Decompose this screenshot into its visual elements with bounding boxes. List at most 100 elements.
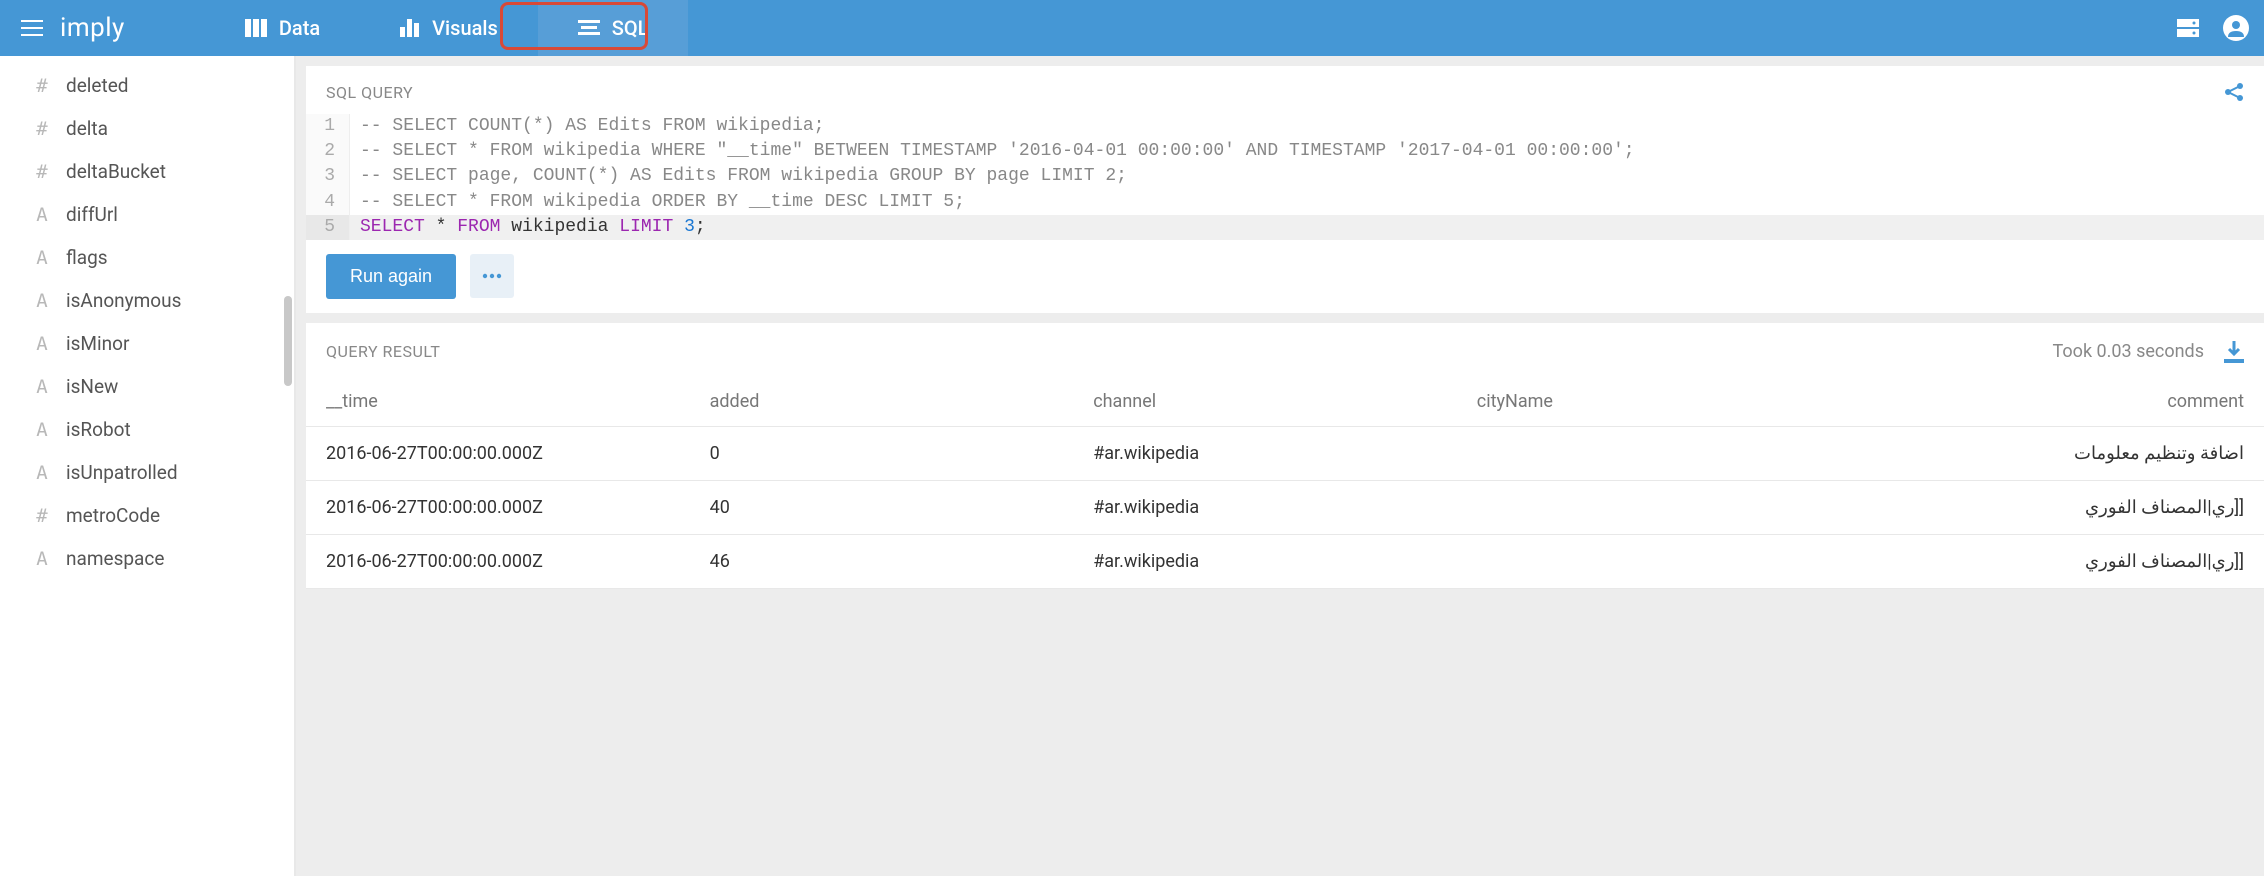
line-number: 3 <box>306 164 350 189</box>
account-icon[interactable] <box>2220 12 2252 44</box>
sidebar-item-label: isAnonymous <box>66 289 181 312</box>
column-header-comment[interactable]: comment <box>1860 391 2244 412</box>
scrollbar-thumb[interactable] <box>284 296 292 386</box>
sql-editor[interactable]: 1-- SELECT COUNT(*) AS Edits FROM wikipe… <box>306 114 2264 240</box>
result-panel: QUERY RESULT Took 0.03 seconds __timeadd… <box>306 323 2264 589</box>
hash-icon: # <box>32 505 52 527</box>
sidebar-item-namespace[interactable]: Anamespace <box>0 537 294 580</box>
tab-sql[interactable]: SQL <box>538 0 689 56</box>
cell-__time: 2016-06-27T00:00:00.000Z <box>326 551 710 572</box>
sidebar-item-label: delta <box>66 117 108 140</box>
query-title: SQL QUERY <box>326 83 413 102</box>
sidebar-item-isAnonymous[interactable]: AisAnonymous <box>0 279 294 322</box>
hash-icon: # <box>32 75 52 97</box>
sidebar-item-label: flags <box>66 246 108 269</box>
cell-cityName <box>1477 443 1861 464</box>
code-content[interactable]: -- SELECT * FROM wikipedia WHERE "__time… <box>350 139 1635 164</box>
sidebar-item-isRobot[interactable]: AisRobot <box>0 408 294 451</box>
code-content[interactable]: SELECT * FROM wikipedia LIMIT 3; <box>350 215 706 240</box>
sidebar-item-label: metroCode <box>66 504 160 527</box>
storage-icon[interactable] <box>2172 12 2204 44</box>
code-content[interactable]: -- SELECT page, COUNT(*) AS Edits FROM w… <box>350 164 1127 189</box>
tab-label: Data <box>279 16 320 40</box>
result-panel-header: QUERY RESULT Took 0.03 seconds <box>306 323 2264 377</box>
query-panel: SQL QUERY 1-- SELECT COUNT(*) AS Edits F… <box>306 66 2264 313</box>
table-row[interactable]: 2016-06-27T00:00:00.000Z0#ar.wikipediaاض… <box>306 427 2264 481</box>
result-table: __timeaddedchannelcityNamecomment 2016-0… <box>306 377 2264 589</box>
cell-channel: #ar.wikipedia <box>1093 497 1477 518</box>
editor-line[interactable]: 4-- SELECT * FROM wikipedia ORDER BY __t… <box>306 190 2264 215</box>
hash-icon: # <box>32 118 52 140</box>
tab-visuals[interactable]: Visuals <box>360 0 538 56</box>
tab-label: Visuals <box>432 16 498 40</box>
cell-comment: ري|المصناف الفوري]] <box>1860 551 2244 572</box>
text-icon: A <box>32 419 52 441</box>
sidebar-item-label: namespace <box>66 547 164 570</box>
result-title: QUERY RESULT <box>326 342 440 361</box>
content-area: SQL QUERY 1-- SELECT COUNT(*) AS Edits F… <box>296 56 2264 876</box>
sql-icon <box>578 20 600 36</box>
sidebar-item-isUnpatrolled[interactable]: AisUnpatrolled <box>0 451 294 494</box>
sidebar-item-delta[interactable]: # delta <box>0 107 294 150</box>
sidebar-scrollbar[interactable] <box>284 56 294 876</box>
main-content: #deleted#delta#deltaBucketAdiffUrlAflags… <box>0 56 2264 876</box>
sidebar-item-label: isRobot <box>66 418 131 441</box>
cell-comment: ري|المصناف الفوري]] <box>1860 497 2244 518</box>
more-options-button[interactable] <box>470 254 514 298</box>
sidebar-item-diffUrl[interactable]: AdiffUrl <box>0 193 294 236</box>
sidebar-item-deltaBucket[interactable]: #deltaBucket <box>0 150 294 193</box>
sidebar-item-label: deleted <box>66 74 129 97</box>
sidebar-item-label: isNew <box>66 375 118 398</box>
tab-data[interactable]: Data <box>205 0 360 56</box>
share-icon[interactable] <box>2224 82 2244 102</box>
sidebar-item-label: diffUrl <box>66 203 118 226</box>
menu-icon[interactable] <box>12 8 52 48</box>
column-header-__time[interactable]: __time <box>326 391 710 412</box>
editor-line[interactable]: 2-- SELECT * FROM wikipedia WHERE "__tim… <box>306 139 2264 164</box>
chart-icon <box>400 19 420 37</box>
result-meta: Took 0.03 seconds <box>2053 341 2244 363</box>
line-number: 2 <box>306 139 350 164</box>
table-row[interactable]: 2016-06-27T00:00:00.000Z46#ar.wikipedia ر… <box>306 535 2264 589</box>
cell-channel: #ar.wikipedia <box>1093 443 1477 464</box>
cell-channel: #ar.wikipedia <box>1093 551 1477 572</box>
data-icon <box>245 19 267 37</box>
sidebar-item-flags[interactable]: Aflags <box>0 236 294 279</box>
code-content[interactable]: -- SELECT * FROM wikipedia ORDER BY __ti… <box>350 190 965 215</box>
nav-tabs: Data Visuals SQL <box>205 0 689 56</box>
logo[interactable]: imply <box>60 13 125 43</box>
result-timing: Took 0.03 seconds <box>2053 341 2204 362</box>
sidebar: #deleted#delta#deltaBucketAdiffUrlAflags… <box>0 56 296 876</box>
editor-line[interactable]: 3-- SELECT page, COUNT(*) AS Edits FROM … <box>306 164 2264 189</box>
cell-added: 40 <box>710 497 1094 518</box>
editor-line[interactable]: 1-- SELECT COUNT(*) AS Edits FROM wikipe… <box>306 114 2264 139</box>
cell-cityName <box>1477 497 1861 518</box>
sidebar-item-isMinor[interactable]: AisMinor <box>0 322 294 365</box>
cell-comment: اضافة وتنظيم معلومات <box>1860 443 2244 464</box>
sidebar-item-deleted[interactable]: # deleted <box>0 64 294 107</box>
column-header-cityName[interactable]: cityName <box>1477 391 1861 412</box>
text-icon: A <box>32 548 52 570</box>
download-icon[interactable] <box>2224 341 2244 363</box>
sidebar-item-isNew[interactable]: AisNew <box>0 365 294 408</box>
tab-label: SQL <box>612 16 649 40</box>
text-icon: A <box>32 204 52 226</box>
cell-__time: 2016-06-27T00:00:00.000Z <box>326 443 710 464</box>
column-header-added[interactable]: added <box>710 391 1094 412</box>
table-header: __timeaddedchannelcityNamecomment <box>306 377 2264 427</box>
text-icon: A <box>32 376 52 398</box>
cell-__time: 2016-06-27T00:00:00.000Z <box>326 497 710 518</box>
app-header: imply Data Visuals SQL <box>0 0 2264 56</box>
header-right <box>2172 12 2252 44</box>
table-row[interactable]: 2016-06-27T00:00:00.000Z40#ar.wikipedia ر… <box>306 481 2264 535</box>
code-content[interactable]: -- SELECT COUNT(*) AS Edits FROM wikiped… <box>350 114 824 139</box>
cell-added: 46 <box>710 551 1094 572</box>
sidebar-item-metroCode[interactable]: # metroCode <box>0 494 294 537</box>
column-header-channel[interactable]: channel <box>1093 391 1477 412</box>
run-button[interactable]: Run again <box>326 254 456 299</box>
text-icon: A <box>32 290 52 312</box>
text-icon: A <box>32 247 52 269</box>
sidebar-item-label: isMinor <box>66 332 129 355</box>
editor-line[interactable]: 5SELECT * FROM wikipedia LIMIT 3; <box>306 215 2264 240</box>
text-icon: A <box>32 333 52 355</box>
